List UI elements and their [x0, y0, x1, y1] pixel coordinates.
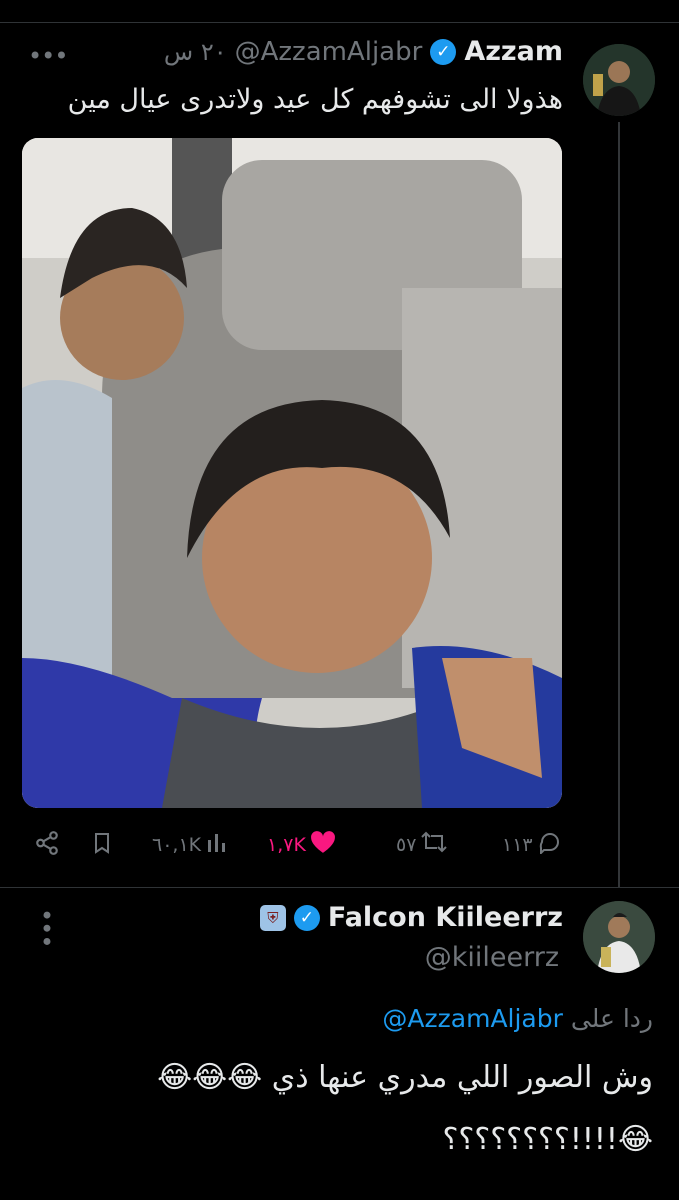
- views-count: ٦٠,١K: [152, 833, 202, 856]
- more-dots-icon[interactable]: •••: [32, 908, 60, 947]
- reply-author-handle[interactable]: @kiileerrz: [425, 942, 559, 973]
- top-divider: [0, 0, 679, 23]
- tweet-time[interactable]: ٢٠ س: [164, 38, 227, 66]
- author-name[interactable]: Azzam: [464, 36, 563, 67]
- reply-header: Falcon Kiileerrz ✓ ⛨: [259, 902, 563, 933]
- like-button[interactable]: ١,٧K: [267, 830, 336, 859]
- retweets-count: ٥٧: [396, 833, 417, 856]
- share-icon[interactable]: [34, 830, 60, 861]
- author-avatar[interactable]: [583, 44, 655, 116]
- reply-text-line2: 😂!!!!؟؟؟؟؟؟؟؟: [442, 1122, 653, 1157]
- reply-bubble-icon: [537, 830, 563, 859]
- heart-icon: [310, 830, 336, 859]
- retweet-button[interactable]: ٥٧: [396, 830, 448, 859]
- likes-count: ١,٧K: [267, 833, 306, 856]
- replying-to-mention[interactable]: @AzzamAljabr: [382, 1004, 562, 1033]
- tweet-text: هذولا الى تشوفهم كل عيد ولاتدرى عيال مين: [67, 84, 563, 115]
- verified-badge-icon: ✓: [430, 38, 457, 65]
- views-button[interactable]: ٦٠,١K: [152, 830, 229, 859]
- verified-badge-icon: ✓: [293, 904, 320, 931]
- reply-author-avatar[interactable]: [583, 901, 655, 973]
- tweet-header: Azzam ✓ @AzzamAljabr ٢٠ س: [164, 36, 563, 67]
- reply-author-name[interactable]: Falcon Kiileerrz: [328, 902, 563, 933]
- tweet-actions: ٦٠,١K ١,٧K ٥٧ ١١٣: [34, 830, 569, 862]
- tweet-divider: [0, 887, 679, 888]
- replies-count: ١١٣: [502, 833, 533, 856]
- replying-prefix: ردا على: [570, 1004, 653, 1033]
- replying-to: ردا على @AzzamAljabr: [382, 1004, 653, 1033]
- reply-text-line1: وش الصور اللي مدري عنها ذي 😂😂😂: [157, 1060, 653, 1095]
- bookmark-icon[interactable]: [90, 830, 114, 861]
- affiliate-badge-icon: ⛨: [259, 904, 286, 931]
- more-dots-icon[interactable]: •••: [28, 42, 68, 70]
- tweet-photo[interactable]: [22, 138, 562, 808]
- retweet-icon: [420, 830, 448, 859]
- reply-button[interactable]: ١١٣: [502, 830, 563, 859]
- views-bars-icon: [205, 830, 229, 859]
- author-handle[interactable]: @AzzamAljabr: [235, 37, 423, 67]
- thread-connector: [618, 122, 620, 887]
